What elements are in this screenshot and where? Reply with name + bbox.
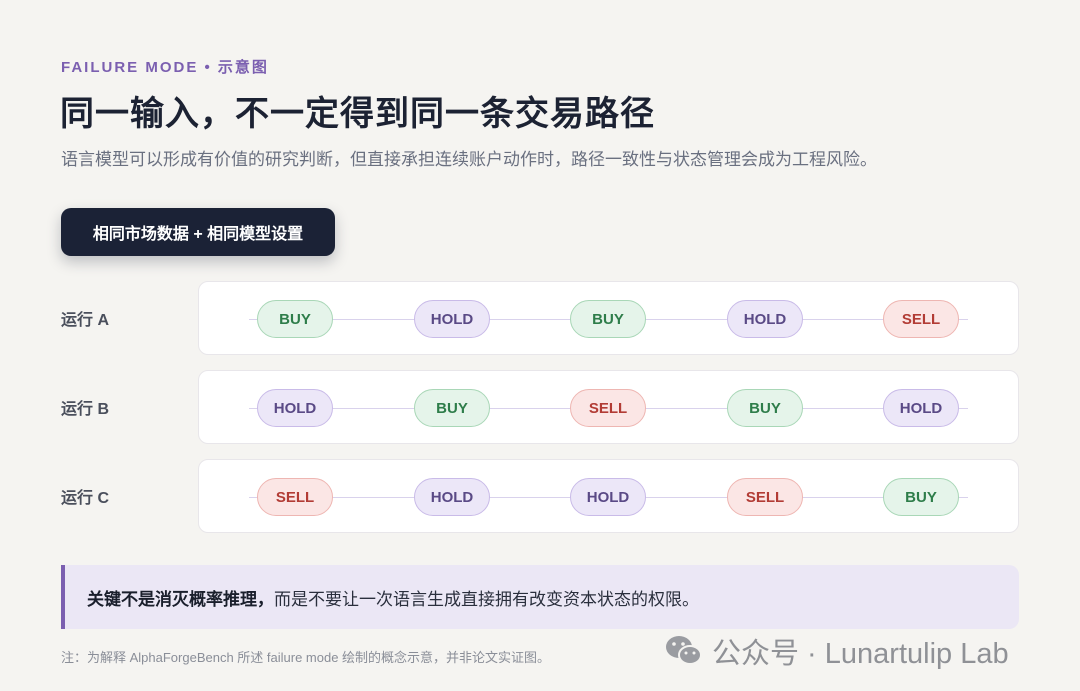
action-pill-hold: HOLD (414, 478, 490, 516)
action-pill-sell: SELL (883, 300, 959, 338)
callout-bold-text: 关键不是消灭概率推理， (87, 589, 274, 609)
action-pill-hold: HOLD (727, 300, 803, 338)
action-pill-hold: HOLD (883, 389, 959, 427)
run-row: 运行 C SELL HOLD HOLD SELL BUY (61, 459, 1019, 533)
run-path-card: HOLD BUY SELL BUY HOLD (198, 370, 1019, 444)
action-pill-hold: HOLD (257, 389, 333, 427)
run-label: 运行 A (61, 312, 110, 329)
footnote: 注：为解释 AlphaForgeBench 所述 failure mode 绘制… (61, 650, 551, 665)
eyebrow-label: FAILURE MODE • 示意图 (61, 59, 269, 76)
watermark: 公众号 · Lunartulip Lab (664, 630, 1009, 672)
run-path-card: BUY HOLD BUY HOLD SELL (198, 281, 1019, 355)
callout-text: 而是不要让一次语言生成直接拥有改变资本状态的权限。 (274, 589, 699, 609)
action-pill-buy: BUY (257, 300, 333, 338)
run-row: 运行 A BUY HOLD BUY HOLD SELL (61, 281, 1019, 355)
watermark-text: 公众号 · Lunartulip Lab (712, 638, 1009, 670)
page-title: 同一输入，不一定得到同一条交易路径 (60, 95, 655, 133)
run-label: 运行 B (61, 401, 110, 418)
action-pill-buy: BUY (883, 478, 959, 516)
action-pill-buy: BUY (727, 389, 803, 427)
run-path-card: SELL HOLD HOLD SELL BUY (198, 459, 1019, 533)
input-condition-chip: 相同市场数据 + 相同模型设置 (61, 208, 335, 256)
action-pill-hold: HOLD (570, 478, 646, 516)
action-pill-hold: HOLD (414, 300, 490, 338)
page-subtitle: 语言模型可以形成有价值的研究判断，但直接承担连续账户动作时，路径一致性与状态管理… (61, 150, 877, 169)
wechat-icon (666, 636, 702, 665)
run-label: 运行 C (61, 490, 110, 507)
action-pill-buy: BUY (414, 389, 490, 427)
action-pill-sell: SELL (727, 478, 803, 516)
action-pill-sell: SELL (570, 389, 646, 427)
run-row: 运行 B HOLD BUY SELL BUY HOLD (61, 370, 1019, 444)
key-callout: 关键不是消灭概率推理， 而是不要让一次语言生成直接拥有改变资本状态的权限。 (61, 565, 1019, 629)
action-pill-sell: SELL (257, 478, 333, 516)
action-pill-buy: BUY (570, 300, 646, 338)
